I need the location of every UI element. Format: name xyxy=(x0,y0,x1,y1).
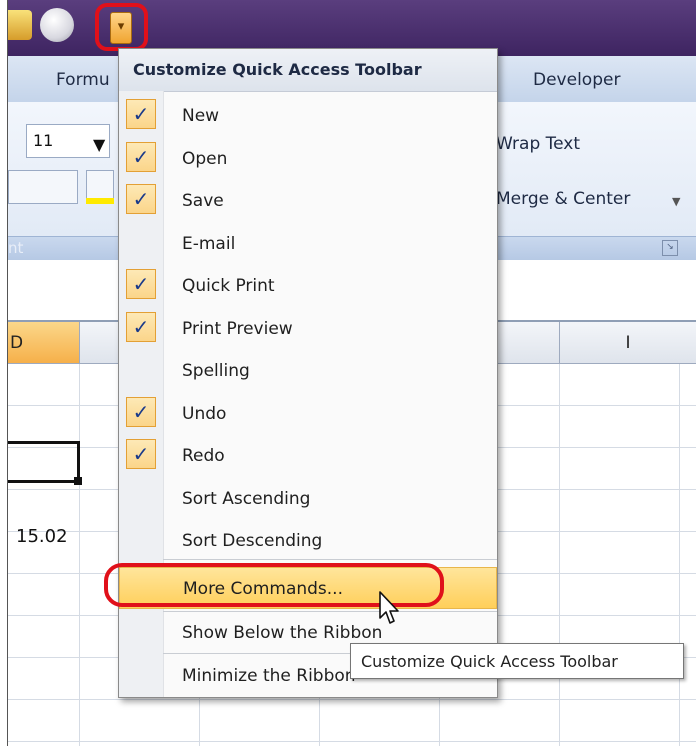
menu-item-label: E-mail xyxy=(182,233,236,254)
font-size-value: 11 xyxy=(33,131,54,150)
menu-item-sort-ascending[interactable]: Sort Ascending xyxy=(119,478,497,520)
menu-item-spelling[interactable]: Spelling xyxy=(119,350,497,392)
tooltip-text: Customize Quick Access Toolbar xyxy=(361,652,618,671)
menu-item-label: Minimize the Ribbon xyxy=(182,666,356,686)
menu-title-bar: Customize Quick Access Toolbar xyxy=(119,49,497,92)
group-label: nt xyxy=(8,239,24,257)
menu-item-label: Show Below the Ribbon xyxy=(182,623,383,643)
menu-item-label: New xyxy=(182,106,220,126)
menu-item-label: Quick Print xyxy=(182,276,275,296)
menu-item-e-mail[interactable]: E-mail xyxy=(119,223,497,265)
menu-item-label: Save xyxy=(182,191,224,211)
chevron-down-icon: ▼ xyxy=(93,135,106,154)
menu-item-label: Spelling xyxy=(182,361,250,381)
office-orb-icon[interactable] xyxy=(40,8,74,42)
chevron-down-icon[interactable]: ▼ xyxy=(672,195,680,208)
cell-value[interactable]: 15.02 xyxy=(16,526,68,547)
fill-handle[interactable] xyxy=(74,477,82,485)
borders-button[interactable] xyxy=(8,170,78,204)
menu-item-save[interactable]: ✓ Save xyxy=(119,180,497,222)
check-icon: ✓ xyxy=(126,269,156,299)
column-label: D xyxy=(10,333,24,353)
tooltip: Customize Quick Access Toolbar xyxy=(350,643,684,679)
menu-item-label: Sort Descending xyxy=(182,531,323,551)
active-cell[interactable] xyxy=(8,441,80,483)
menu-item-label: Undo xyxy=(182,403,227,424)
menu-item-redo[interactable]: ✓ Redo xyxy=(119,435,497,477)
check-icon: ✓ xyxy=(126,99,156,129)
menu-item-label: Sort Ascending xyxy=(182,488,311,509)
fill-color-swatch xyxy=(86,198,114,204)
tab-formulas[interactable]: Formu xyxy=(56,70,110,90)
column-header-i[interactable]: I xyxy=(560,322,696,364)
check-icon: ✓ xyxy=(126,141,156,172)
menu-item-undo[interactable]: ✓ Undo xyxy=(119,393,497,435)
menu-item-label: Redo xyxy=(182,446,225,466)
column-header-d[interactable]: D xyxy=(8,322,80,364)
menu-item-quick-print[interactable]: ✓ Quick Print xyxy=(119,265,497,307)
menu-item-label: Open xyxy=(182,148,228,169)
check-icon: ✓ xyxy=(126,439,156,469)
dialog-launcher-icon[interactable]: ↘ xyxy=(662,240,678,256)
menu-item-sort-descending[interactable]: Sort Descending xyxy=(119,520,497,562)
callout-ring-qat xyxy=(95,3,148,51)
mouse-pointer-icon xyxy=(379,591,399,624)
tab-developer[interactable]: Developer xyxy=(533,70,620,90)
check-icon: ✓ xyxy=(126,311,156,342)
menu-item-new[interactable]: ✓ New xyxy=(119,95,497,137)
menu-item-label: Print Preview xyxy=(182,318,293,339)
font-size-select[interactable]: 11 ▼ xyxy=(26,124,110,158)
excel-window: ▾ Formu Developer 11 ▼ Wrap Text Merge &… xyxy=(7,0,696,746)
check-icon: ✓ xyxy=(126,184,156,214)
menu-item-open[interactable]: ✓ Open xyxy=(119,138,497,180)
menu-item-print-preview[interactable]: ✓ Print Preview xyxy=(119,308,497,350)
check-icon: ✓ xyxy=(126,396,156,427)
wrap-text-button[interactable]: Wrap Text xyxy=(496,134,580,154)
merge-center-button[interactable]: Merge & Center xyxy=(496,189,630,209)
menu-separator xyxy=(163,559,497,560)
column-label: I xyxy=(625,333,631,353)
menu-title: Customize Quick Access Toolbar xyxy=(133,60,422,79)
folder-icon[interactable] xyxy=(8,10,32,40)
